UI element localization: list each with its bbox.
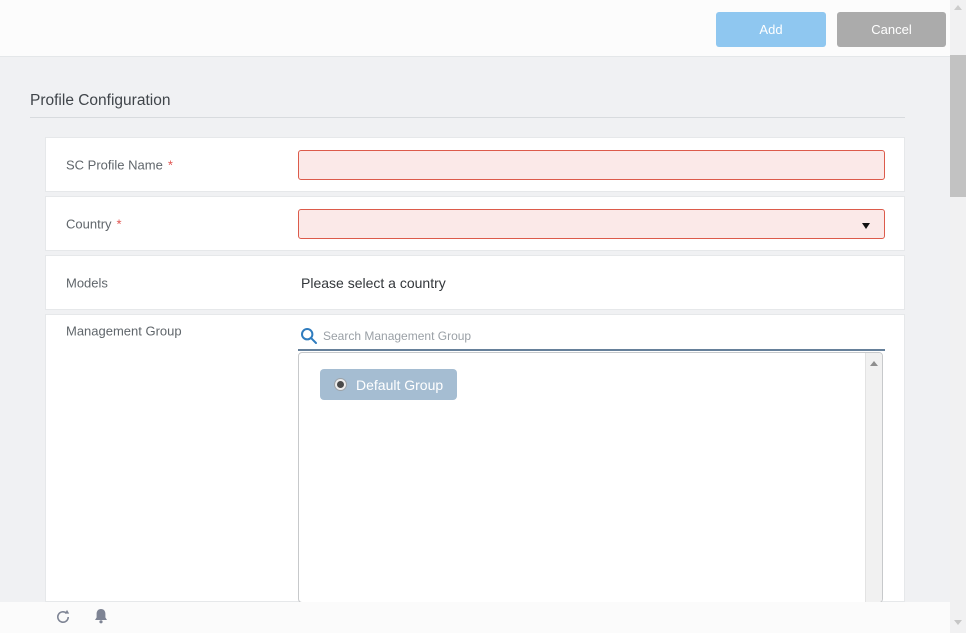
form-row-models: Models Please select a country bbox=[45, 255, 905, 310]
page-title: Profile Configuration bbox=[30, 92, 170, 110]
sc-profile-name-label: SC Profile Name * bbox=[66, 157, 173, 172]
form-row-management-group: Management Group Default Group bbox=[45, 314, 905, 602]
country-select[interactable] bbox=[298, 209, 885, 239]
bell-icon bbox=[93, 608, 109, 625]
dropdown-arrow-icon bbox=[862, 223, 870, 229]
management-group-search bbox=[298, 322, 885, 351]
option-label: Default Group bbox=[356, 377, 443, 393]
scrollbar-up-icon[interactable] bbox=[954, 5, 962, 10]
cancel-button[interactable]: Cancel bbox=[837, 12, 946, 47]
refresh-icon bbox=[54, 608, 72, 626]
models-label: Models bbox=[66, 275, 108, 290]
scrollbar-up-icon[interactable] bbox=[870, 361, 878, 366]
option-default-group[interactable]: Default Group bbox=[320, 369, 457, 400]
management-group-label: Management Group bbox=[66, 324, 182, 339]
management-group-label-text: Management Group bbox=[66, 324, 182, 339]
country-label: Country * bbox=[66, 216, 122, 231]
notifications-button[interactable] bbox=[91, 608, 111, 628]
refresh-button[interactable] bbox=[53, 608, 73, 628]
add-button[interactable]: Add bbox=[716, 12, 826, 47]
required-asterisk: * bbox=[117, 216, 122, 231]
scrollbar-down-icon[interactable] bbox=[954, 620, 962, 625]
required-asterisk: * bbox=[168, 157, 173, 172]
radio-checked-icon bbox=[334, 378, 347, 391]
sc-profile-name-input[interactable] bbox=[298, 150, 885, 180]
header-bar: Add Cancel bbox=[0, 0, 966, 57]
management-group-search-input[interactable] bbox=[323, 324, 878, 348]
footer-bar bbox=[0, 602, 950, 633]
country-label-text: Country bbox=[66, 216, 112, 231]
form-row-sc-profile-name: SC Profile Name * bbox=[45, 137, 905, 192]
form-row-country: Country * bbox=[45, 196, 905, 251]
listbox-scrollbar[interactable] bbox=[865, 353, 882, 602]
search-icon bbox=[300, 327, 318, 345]
title-divider bbox=[30, 117, 905, 118]
models-label-text: Models bbox=[66, 275, 108, 290]
scrollbar-thumb[interactable] bbox=[950, 55, 966, 197]
sc-profile-name-label-text: SC Profile Name bbox=[66, 157, 163, 172]
models-message: Please select a country bbox=[301, 256, 446, 309]
page-scrollbar[interactable] bbox=[950, 0, 966, 633]
management-group-listbox: Default Group bbox=[298, 352, 883, 603]
